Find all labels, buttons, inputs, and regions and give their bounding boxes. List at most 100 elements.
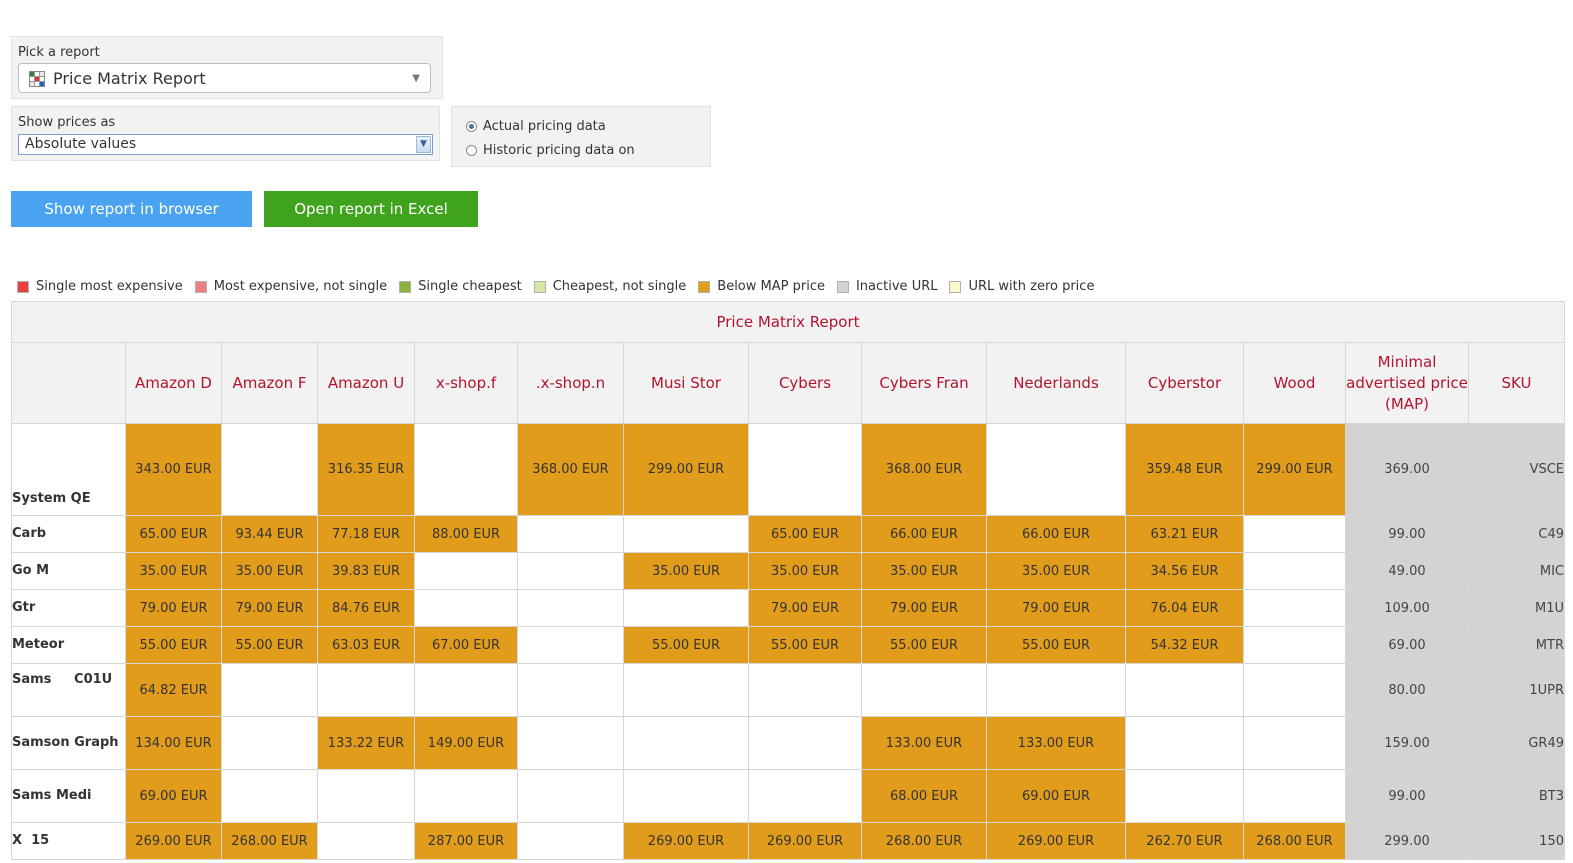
column-header[interactable]: Cybers (748, 342, 862, 424)
price-cell[interactable]: 66.00 EUR (861, 515, 987, 553)
price-cell[interactable]: 55.00 EUR (861, 626, 987, 664)
price-cell[interactable]: 35.00 EUR (986, 552, 1126, 590)
column-header[interactable]: Amazon D (125, 342, 222, 424)
price-cell[interactable]: 35.00 EUR (623, 552, 749, 590)
price-cell[interactable]: 79.00 EUR (125, 589, 222, 627)
price-cell[interactable]: 67.00 EUR (414, 626, 518, 664)
chevron-down-icon[interactable]: ▼ (416, 136, 431, 153)
price-cell[interactable]: 268.00 EUR (1243, 822, 1346, 860)
price-cell[interactable]: 35.00 EUR (221, 552, 318, 590)
price-cell[interactable]: 55.00 EUR (623, 626, 749, 664)
price-cell[interactable]: 368.00 EUR (517, 423, 624, 516)
price-cell[interactable]: 55.00 EUR (221, 626, 318, 664)
price-cell[interactable]: 269.00 EUR (986, 822, 1126, 860)
report-select[interactable]: Price Matrix Report ▼ (18, 63, 431, 93)
column-header[interactable]: Nederlands (986, 342, 1126, 424)
price-cell[interactable]: 79.00 EUR (221, 589, 318, 627)
report-title: Price Matrix Report (11, 301, 1565, 343)
product-name[interactable]: Gtr (11, 589, 126, 627)
column-header[interactable]: Musi Stor (623, 342, 749, 424)
radio-unselected-icon[interactable] (466, 145, 477, 156)
legend-label: Single cheapest (418, 279, 522, 294)
price-cell[interactable]: 63.21 EUR (1125, 515, 1244, 553)
radio-historic-label: Historic pricing data on (483, 143, 635, 158)
price-cell[interactable]: 63.03 EUR (317, 626, 415, 664)
price-cell[interactable]: 55.00 EUR (125, 626, 222, 664)
show-report-browser-button[interactable]: Show report in browser (11, 191, 252, 227)
empty-cell (1125, 716, 1244, 770)
product-name[interactable]: Meteor (11, 626, 126, 664)
price-cell[interactable]: 133.22 EUR (317, 716, 415, 770)
price-cell[interactable]: 268.00 EUR (861, 822, 987, 860)
price-cell[interactable]: 65.00 EUR (748, 515, 862, 553)
price-cell[interactable]: 287.00 EUR (414, 822, 518, 860)
price-cell[interactable]: 69.00 EUR (125, 769, 222, 823)
price-cell[interactable]: 35.00 EUR (125, 552, 222, 590)
product-name[interactable]: Sams C01U (11, 663, 126, 717)
price-cell[interactable]: 269.00 EUR (623, 822, 749, 860)
price-cell[interactable]: 134.00 EUR (125, 716, 222, 770)
price-cell[interactable]: 133.00 EUR (861, 716, 987, 770)
price-cell[interactable]: 54.32 EUR (1125, 626, 1244, 664)
price-cell[interactable]: 64.82 EUR (125, 663, 222, 717)
price-cell[interactable]: 34.56 EUR (1125, 552, 1244, 590)
empty-cell (1243, 515, 1346, 553)
price-cell[interactable]: 84.76 EUR (317, 589, 415, 627)
column-header[interactable]: Wood (1243, 342, 1346, 424)
product-name[interactable]: Sams Medi (11, 769, 126, 823)
column-header[interactable]: Cyberstor (1125, 342, 1244, 424)
column-header[interactable]: SKU (1468, 342, 1565, 424)
product-name[interactable]: Go M (11, 552, 126, 590)
price-cell[interactable]: 69.00 EUR (986, 769, 1126, 823)
price-cell[interactable]: 79.00 EUR (748, 589, 862, 627)
price-cell[interactable]: 268.00 EUR (221, 822, 318, 860)
price-cell[interactable]: 262.70 EUR (1125, 822, 1244, 860)
empty-cell (414, 769, 518, 823)
product-name[interactable]: Carb (11, 515, 126, 553)
price-cell[interactable]: 68.00 EUR (861, 769, 987, 823)
price-cell[interactable]: 133.00 EUR (986, 716, 1126, 770)
table-row: Carb 65.00 EUR 93.44 EUR 77.18 EUR 88.00 EUR… (11, 515, 1565, 553)
price-cell[interactable]: 76.04 EUR (1125, 589, 1244, 627)
price-cell[interactable]: 35.00 EUR (861, 552, 987, 590)
column-header[interactable]: Minimal advertised price (MAP) (1345, 342, 1469, 424)
legend-label: Cheapest, not single (552, 279, 687, 294)
price-cell[interactable]: 299.00 EUR (623, 423, 749, 516)
price-cell[interactable]: 269.00 EUR (748, 822, 862, 860)
price-cell[interactable]: 269.00 EUR (125, 822, 222, 860)
product-name[interactable]: System QE (11, 423, 126, 516)
product-name[interactable]: Samson Graph (11, 716, 126, 770)
price-cell[interactable]: 299.00 EUR (1243, 423, 1346, 516)
price-cell[interactable]: 77.18 EUR (317, 515, 415, 553)
show-prices-select[interactable]: Absolute values ▼ (18, 134, 433, 155)
price-cell[interactable]: 93.44 EUR (221, 515, 318, 553)
column-header[interactable]: Cybers Fran (861, 342, 987, 424)
empty-cell (517, 663, 624, 717)
column-header[interactable]: Amazon U (317, 342, 415, 424)
price-cell[interactable]: 88.00 EUR (414, 515, 518, 553)
column-header[interactable]: .x-shop.n (517, 342, 624, 424)
product-header-blank (11, 342, 126, 424)
price-cell[interactable]: 79.00 EUR (986, 589, 1126, 627)
price-cell[interactable]: 149.00 EUR (414, 716, 518, 770)
open-report-excel-button[interactable]: Open report in Excel (264, 191, 478, 227)
price-cell[interactable]: 316.35 EUR (317, 423, 415, 516)
price-cell[interactable]: 368.00 EUR (861, 423, 987, 516)
price-cell[interactable]: 55.00 EUR (748, 626, 862, 664)
report-grid-icon (29, 71, 45, 87)
column-header[interactable]: x-shop.f (414, 342, 518, 424)
product-name[interactable]: X 15 (11, 822, 126, 860)
column-header[interactable]: Amazon F (221, 342, 318, 424)
price-cell[interactable]: 65.00 EUR (125, 515, 222, 553)
radio-selected-icon[interactable] (466, 121, 477, 132)
price-cell[interactable]: 39.83 EUR (317, 552, 415, 590)
price-cell[interactable]: 66.00 EUR (986, 515, 1126, 553)
radio-historic-pricing[interactable]: Historic pricing data on (466, 143, 635, 158)
price-cell[interactable]: 79.00 EUR (861, 589, 987, 627)
empty-cell (1243, 589, 1346, 627)
radio-actual-pricing[interactable]: Actual pricing data (466, 119, 606, 134)
price-cell[interactable]: 359.48 EUR (1125, 423, 1244, 516)
price-cell[interactable]: 35.00 EUR (748, 552, 862, 590)
price-cell[interactable]: 343.00 EUR (125, 423, 222, 516)
price-cell[interactable]: 55.00 EUR (986, 626, 1126, 664)
